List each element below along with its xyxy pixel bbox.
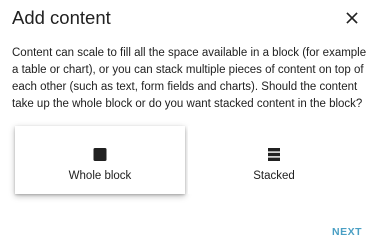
close-icon bbox=[346, 12, 358, 24]
option-whole-block-label: Whole block bbox=[68, 170, 132, 182]
option-whole-block[interactable]: Whole block bbox=[15, 126, 185, 194]
option-stacked[interactable]: Stacked bbox=[188, 126, 360, 194]
next-button[interactable]: NEXT bbox=[332, 225, 362, 239]
close-button[interactable] bbox=[343, 9, 361, 27]
add-content-dialog: Add content Content can scale to fill al… bbox=[0, 0, 375, 248]
dialog-title: Add content bbox=[12, 7, 111, 28]
stacked-icon bbox=[268, 148, 281, 161]
dialog-header: Add content bbox=[12, 6, 367, 30]
whole-block-icon bbox=[93, 148, 107, 161]
dialog-description: Content can scale to fill all the space … bbox=[12, 47, 367, 110]
option-stacked-label: Stacked bbox=[253, 170, 295, 182]
